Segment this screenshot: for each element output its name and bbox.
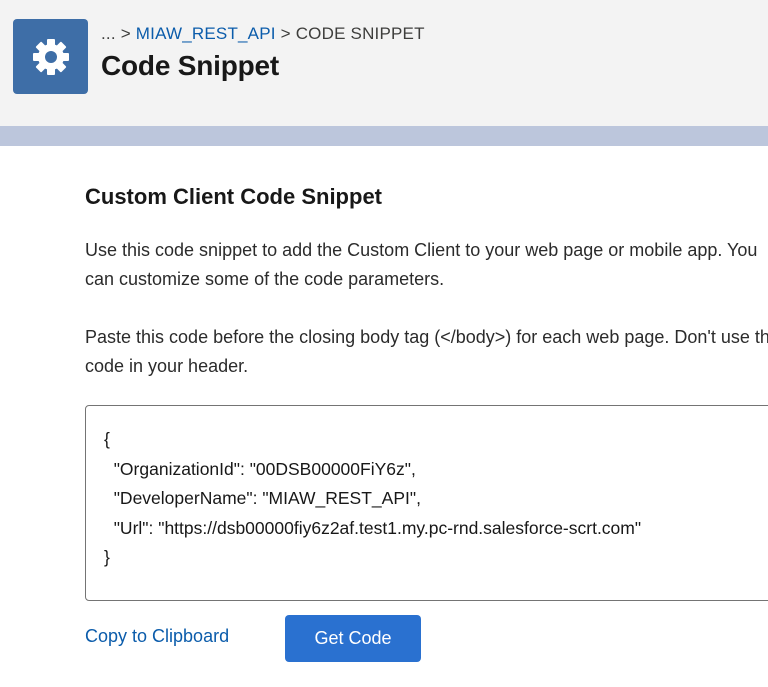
intro-text: Use this code snippet to add the Custom … xyxy=(85,240,758,289)
breadcrumb-separator: > xyxy=(120,24,131,43)
header-icon-tile xyxy=(13,19,88,94)
breadcrumb-link-parent[interactable]: MIAW_REST_API xyxy=(136,24,276,43)
gear-icon xyxy=(32,38,69,75)
breadcrumb-separator: > xyxy=(280,24,291,43)
breadcrumb-current: CODE SNIPPET xyxy=(295,24,425,43)
page-header: ... > MIAW_REST_API > CODE SNIPPET Code … xyxy=(0,0,768,126)
breadcrumb-ellipsis[interactable]: ... xyxy=(101,24,116,43)
copy-to-clipboard-link[interactable]: Copy to Clipboard xyxy=(85,626,229,647)
code-snippet[interactable]: { "OrganizationId": "00DSB00000FiY6z", "… xyxy=(104,425,641,573)
section-title: Custom Client Code Snippet xyxy=(85,184,382,209)
header-divider-band xyxy=(0,126,768,146)
page-title: Code Snippet xyxy=(101,50,280,81)
breadcrumb: ... > MIAW_REST_API > CODE SNIPPET xyxy=(101,24,425,44)
instructions-text: Paste this code before the closing body … xyxy=(85,327,768,376)
code-snippet-box[interactable]: { "OrganizationId": "00DSB00000FiY6z", "… xyxy=(85,405,768,601)
get-code-button[interactable]: Get Code xyxy=(285,615,421,662)
